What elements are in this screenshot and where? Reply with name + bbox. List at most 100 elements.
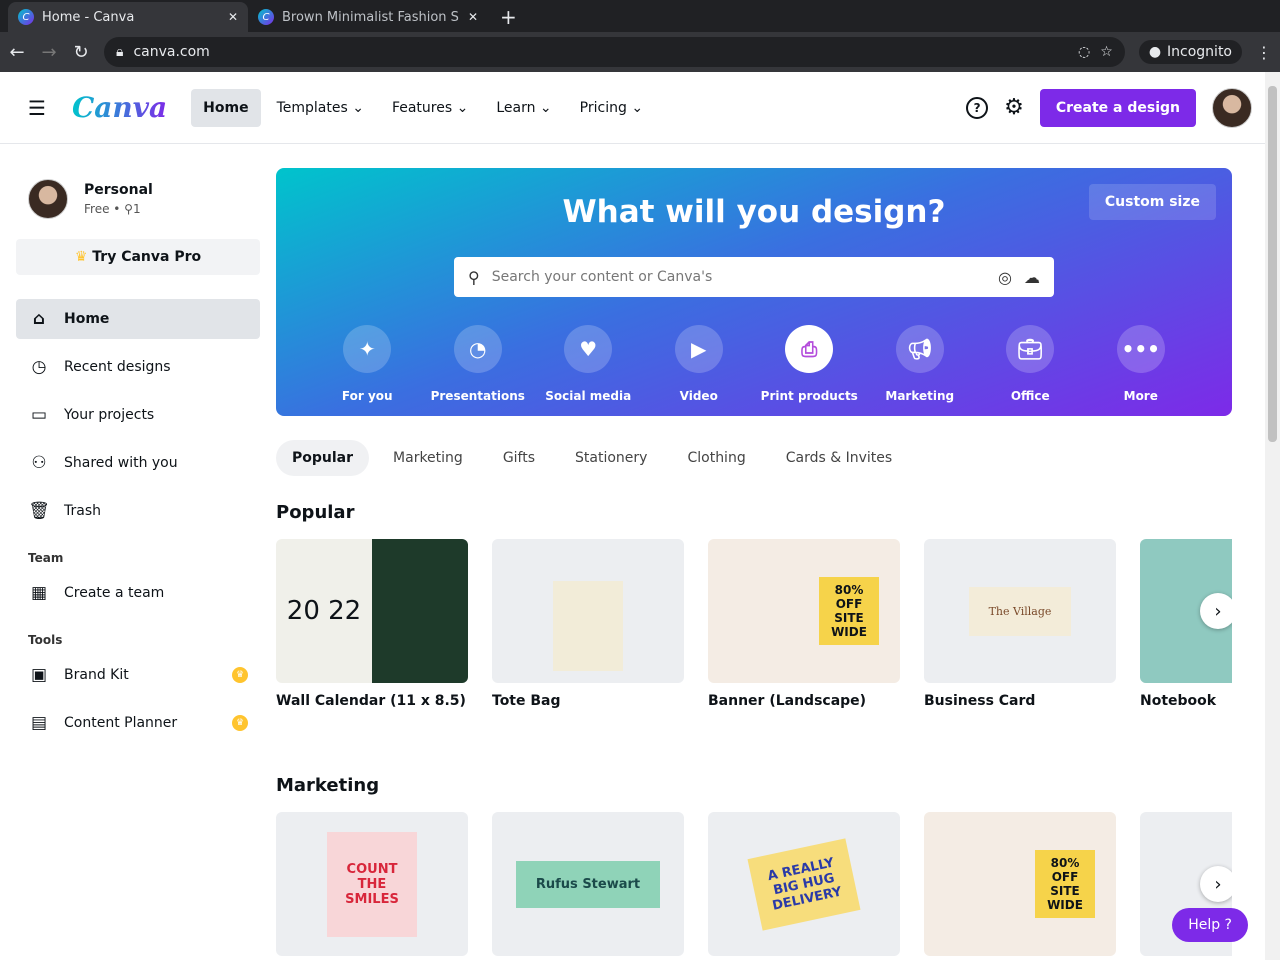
nav-label: Pricing [579, 99, 627, 116]
sidebar-item-create-team[interactable]: ▦ Create a team [16, 573, 260, 613]
template-card[interactable]: The Village Business Card [924, 539, 1116, 709]
marketing-heading: Marketing [276, 775, 380, 796]
sidebar-item-projects[interactable]: ▭ Your projects [16, 395, 260, 435]
gear-icon[interactable]: ⚙ [1004, 95, 1024, 120]
category-social-media[interactable]: ♥ Social media [533, 325, 644, 403]
category-label: More [1123, 389, 1158, 403]
nav-learn[interactable]: Learn ⌄ [484, 89, 563, 127]
thumbnail: COUNT THE SMILES [276, 812, 468, 956]
close-tab-icon[interactable]: ✕ [228, 10, 238, 24]
sidebar-item-home[interactable]: ⌂ Home [16, 299, 260, 339]
address-bar-row: ← → ↻ 🔒︎ canva.com ◌ ☆ ● Incognito ⋮ [0, 32, 1280, 72]
popular-heading: Popular [276, 502, 355, 523]
chip-popular[interactable]: Popular [276, 440, 370, 476]
sidebar-item-label: Shared with you [64, 455, 178, 471]
design-categories: ✦ For you ◔ Presentations ♥ Social media ▶ V… [312, 325, 1196, 403]
template-card[interactable]: COUNT THE SMILES [276, 812, 468, 956]
nav-home[interactable]: Home [191, 88, 261, 127]
canva-logo[interactable]: Canva [72, 91, 167, 124]
scroll-right-arrow-icon[interactable]: › [1200, 593, 1232, 629]
eye-off-icon[interactable]: ◌ [1078, 44, 1090, 60]
account-name: Personal [84, 182, 153, 198]
brand-kit-icon: ▣ [30, 665, 48, 685]
sidebar-item-shared[interactable]: ⚇ Shared with you [16, 443, 260, 483]
thumb-text: 80% OFF SITE WIDE [1035, 850, 1095, 918]
back-icon[interactable]: ← [8, 42, 26, 63]
lock-icon: 🔒︎ [116, 44, 124, 60]
thumbnail: A REALLY BIG HUG DELIVERY [708, 812, 900, 956]
tab-title: Brown Minimalist Fashion S [282, 9, 459, 25]
chip-clothing[interactable]: Clothing [671, 440, 761, 476]
thumbnail: 80% OFF SITE WIDE [924, 812, 1116, 956]
sidebar-item-trash[interactable]: 🗑︎ Trash [16, 491, 260, 531]
sidebar-item-label: Home [64, 311, 110, 327]
category-more[interactable]: ••• More [1086, 325, 1197, 403]
thumb-text: Rufus Stewart [515, 860, 661, 908]
account-profile[interactable]: Personal Free • ⚲1 [16, 145, 260, 239]
incognito-badge[interactable]: ● Incognito [1138, 40, 1242, 64]
search-input[interactable]: ⚲ Search your content or Canva's ◎ ☁ [454, 257, 1054, 297]
sidebar-item-recent[interactable]: ◷ Recent designs [16, 347, 260, 387]
reload-icon[interactable]: ↻ [72, 42, 90, 63]
page-scrollbar[interactable] [1265, 72, 1280, 960]
sidebar-item-content-planner[interactable]: ▤ Content Planner ♛ [16, 703, 260, 743]
megaphone-icon: 📢︎ [895, 325, 944, 373]
category-label: Social media [545, 389, 632, 403]
tab-brown-minimalist[interactable]: C Brown Minimalist Fashion S ✕ [248, 2, 488, 32]
help-icon[interactable]: ? [966, 96, 989, 119]
thumb-text: 80% OFF SITE WIDE [819, 577, 879, 645]
star-icon[interactable]: ☆ [1100, 44, 1113, 60]
close-tab-icon[interactable]: ✕ [468, 10, 478, 24]
category-video[interactable]: ▶ Video [644, 325, 755, 403]
home-icon: ⌂ [32, 309, 46, 329]
card-label: Tote Bag [492, 693, 561, 709]
template-card[interactable]: Rufus Stewart [492, 812, 684, 956]
more-dots-icon: ••• [1116, 325, 1165, 373]
nav-templates[interactable]: Templates ⌄ [265, 89, 376, 127]
forward-icon[interactable]: → [40, 42, 58, 63]
avatar[interactable] [1212, 87, 1252, 128]
browser-menu-icon[interactable]: ⋮ [1256, 43, 1272, 62]
category-marketing[interactable]: 📢︎ Marketing [865, 325, 976, 403]
scroll-right-arrow-icon[interactable]: › [1200, 866, 1232, 902]
nav-pricing[interactable]: Pricing ⌄ [568, 89, 655, 127]
try-pro-label: Try Canva Pro [92, 249, 202, 265]
template-card[interactable]: Tote Bag [492, 539, 684, 709]
scrollbar-thumb[interactable] [1268, 86, 1277, 442]
sidebar-item-label: Trash [64, 503, 101, 519]
category-print-products[interactable]: ⎙ Print products [754, 325, 865, 403]
hamburger-menu-icon[interactable]: ☰ [28, 96, 46, 120]
try-canva-pro-button[interactable]: ♛ Try Canva Pro [16, 239, 260, 275]
category-presentations[interactable]: ◔ Presentations [423, 325, 534, 403]
url-text: canva.com [133, 44, 210, 60]
tab-strip: C Home - Canva ✕ C Brown Minimalist Fashion… [0, 0, 1280, 32]
template-card[interactable]: A REALLY BIG HUG DELIVERY [708, 812, 900, 956]
url-field[interactable]: 🔒︎ canva.com ◌ ☆ [104, 37, 1125, 67]
new-tab-button[interactable]: + [488, 2, 529, 32]
nav-label: Templates [276, 99, 348, 116]
chip-marketing[interactable]: Marketing [377, 440, 479, 476]
category-label: Print products [760, 389, 858, 403]
template-card[interactable]: 20 22 Wall Calendar (11 x 8.5) [276, 539, 468, 709]
filter-chips: Popular Marketing Gifts Stationery Cloth… [276, 440, 1232, 476]
custom-size-button[interactable]: Custom size [1088, 184, 1216, 220]
member-count: 1 [132, 202, 141, 216]
marketing-row: COUNT THE SMILES Rufus Stewart A REALLY … [276, 812, 1232, 956]
tab-home-canva[interactable]: C Home - Canva ✕ [8, 2, 248, 32]
camera-icon[interactable]: ◎ [998, 268, 1012, 287]
nav-label: Learn [496, 99, 536, 116]
nav-features[interactable]: Features ⌄ [380, 89, 480, 127]
main-content: What will you design? Custom size ⚲ Searc… [276, 168, 1232, 956]
help-button[interactable]: Help ? [1172, 908, 1248, 942]
chip-stationery[interactable]: Stationery [559, 440, 663, 476]
category-for-you[interactable]: ✦ For you [312, 325, 423, 403]
upload-cloud-icon[interactable]: ☁ [1024, 268, 1040, 287]
category-office[interactable]: 💼︎ Office [975, 325, 1086, 403]
chip-gifts[interactable]: Gifts [487, 440, 551, 476]
template-card[interactable]: 80% OFF SITE WIDE Banner (Landscape) [708, 539, 900, 709]
card-label: Business Card [924, 693, 1036, 709]
create-design-button[interactable]: Create a design [1039, 88, 1196, 127]
template-card[interactable]: 80% OFF SITE WIDE [924, 812, 1116, 956]
chip-cards-invites[interactable]: Cards & Invites [770, 440, 908, 476]
sidebar-item-brand-kit[interactable]: ▣ Brand Kit ♛ [16, 655, 260, 695]
